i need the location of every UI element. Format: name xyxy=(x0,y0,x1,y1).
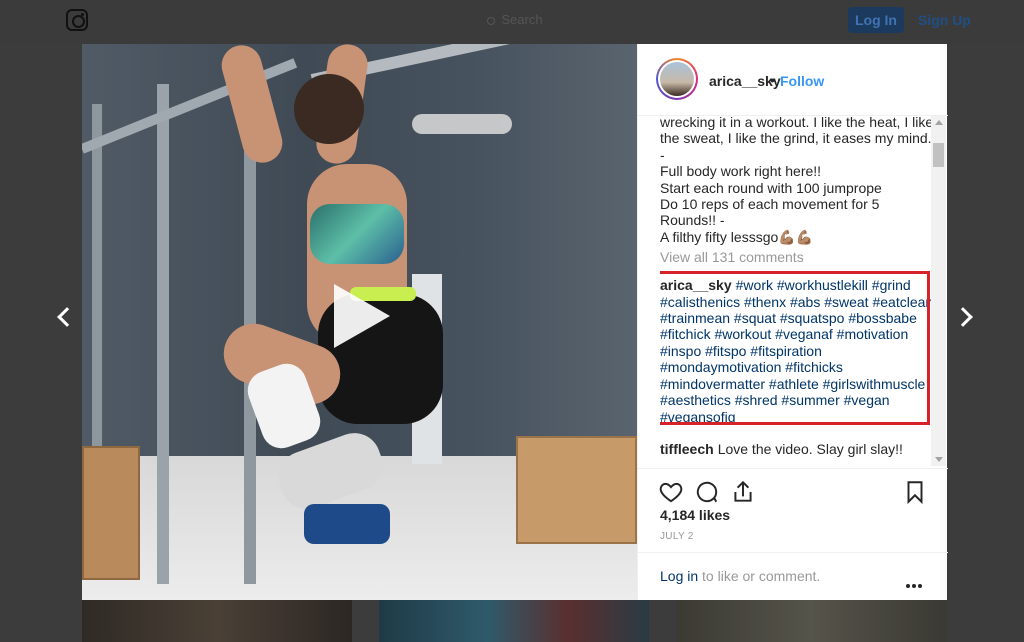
view-all-comments-link[interactable]: View all 131 comments xyxy=(660,249,935,265)
likes-count[interactable]: 4,184 likes xyxy=(660,507,730,523)
signup-link[interactable]: Sign Up xyxy=(918,12,971,28)
avatar[interactable] xyxy=(656,58,698,100)
play-icon[interactable] xyxy=(334,284,390,348)
caption-text: wrecking it in a workout. I like the hea… xyxy=(660,116,934,245)
login-link[interactable]: Log in xyxy=(660,568,698,584)
post-sidebar: arica__sky • Follow wrecking it in a wor… xyxy=(637,44,948,600)
comment-text: Love the video. Slay girl slay!! xyxy=(717,440,903,457)
scroll-up-icon[interactable] xyxy=(935,120,943,125)
login-text: Log in to like or comment. xyxy=(660,568,820,584)
thumbnail-1[interactable] xyxy=(82,600,352,642)
post-date: JULY 2 xyxy=(660,531,694,542)
thumbnail-2[interactable] xyxy=(379,600,649,642)
highlight-box xyxy=(660,271,930,426)
comment-author[interactable]: tiffleech xyxy=(660,441,714,457)
comments-scrollbar[interactable] xyxy=(931,116,946,466)
post-video[interactable] xyxy=(82,44,637,600)
hashtag-comment: arica__sky #work #workhustlekill #grind #… xyxy=(660,271,935,426)
comment-icon[interactable] xyxy=(694,479,720,505)
heart-icon[interactable] xyxy=(658,479,684,505)
login-prompt: Log in to like or comment. xyxy=(638,552,948,600)
login-button[interactable]: Log In xyxy=(848,7,904,33)
search-input[interactable]: Search xyxy=(430,8,600,32)
scroll-thumb[interactable] xyxy=(933,143,944,167)
thumbnail-3[interactable] xyxy=(676,600,946,642)
previous-post-arrow-icon[interactable] xyxy=(57,307,77,327)
comment-item: tiffleech Love the video. Slay girl slay!… xyxy=(660,441,935,457)
scroll-down-icon[interactable] xyxy=(935,457,943,462)
share-icon[interactable] xyxy=(730,479,756,505)
login-rest-text: to like or comment. xyxy=(702,568,821,584)
separator-dot: • xyxy=(770,72,775,88)
post-modal: arica__sky • Follow wrecking it in a wor… xyxy=(82,44,948,600)
more-options-icon[interactable] xyxy=(906,575,924,588)
next-post-arrow-icon[interactable] xyxy=(953,307,973,327)
follow-button[interactable]: Follow xyxy=(780,73,824,89)
post-header: arica__sky • Follow xyxy=(638,44,948,116)
bookmark-icon[interactable] xyxy=(902,479,928,505)
top-nav: Search Log In Sign Up xyxy=(0,0,1024,44)
comments-list[interactable]: wrecking it in a workout. I like the hea… xyxy=(660,116,935,464)
instagram-logo-icon[interactable] xyxy=(66,9,88,31)
comment-item-truncated: · · · · · · · · · · · · · · · · · · · xyxy=(660,463,935,464)
search-icon xyxy=(487,17,496,25)
